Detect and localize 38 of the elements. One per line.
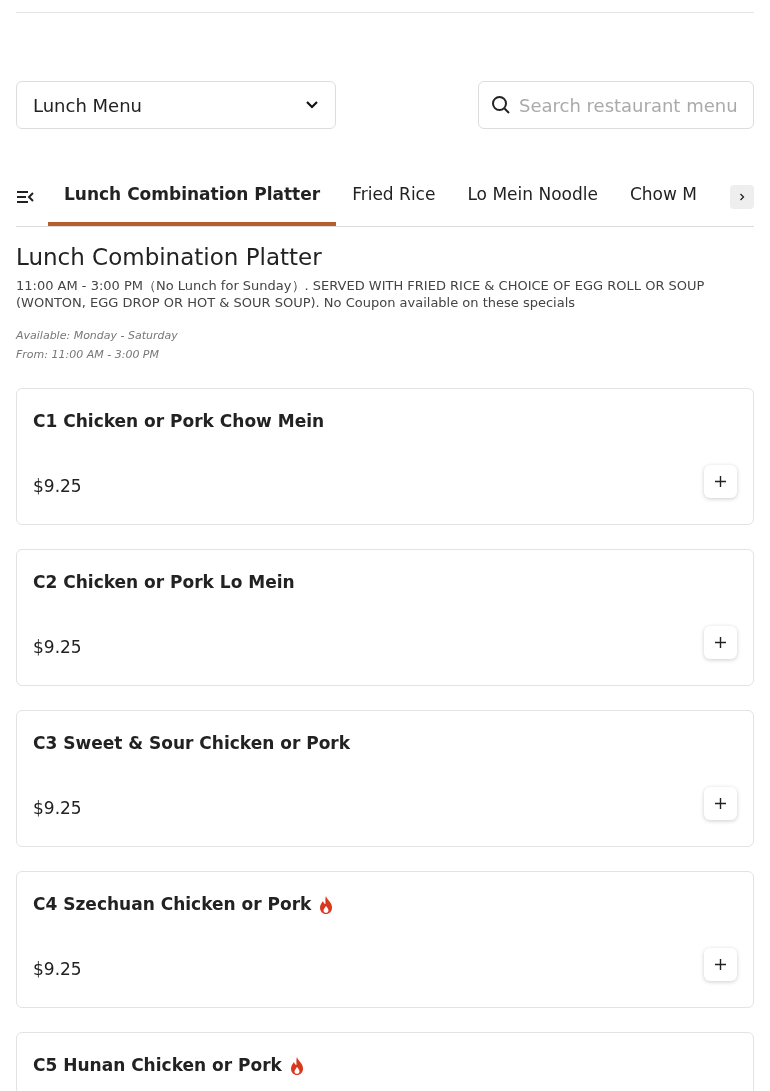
item-price: $9.25 — [33, 475, 82, 499]
search-field[interactable]: Search restaurant menu — [519, 91, 741, 119]
search-box[interactable]: Search restaurant menu — [478, 81, 754, 129]
hours-text: From: 11:00 AM - 3:00 PM — [16, 347, 160, 364]
category-tab[interactable]: Lunch Combination Platter — [48, 172, 337, 226]
item-name: C4 Szechuan Chicken or Pork — [33, 892, 312, 916]
menu-item-card[interactable]: C4 Szechuan Chicken or Pork $9.25 — [16, 870, 754, 1008]
availability-text: Available: Monday - Saturday — [16, 327, 179, 344]
item-name: C2 Chicken or Pork Lo Mein — [33, 570, 295, 594]
menu-item-card[interactable]: C5 Hunan Chicken or Pork — [16, 1031, 754, 1091]
plus-icon — [715, 958, 726, 970]
menu-dropdown[interactable]: Lunch Menu — [16, 81, 336, 129]
plus-icon — [715, 475, 726, 487]
chevron-right-icon — [739, 193, 745, 201]
item-price: $9.25 — [33, 636, 82, 660]
item-price: $9.25 — [33, 797, 82, 821]
category-tab[interactable]: Chow M — [613, 172, 698, 226]
menu-item-card[interactable]: C3 Sweet & Sour Chicken or Pork $9.25 — [16, 709, 754, 847]
chevron-down-icon — [305, 100, 319, 110]
item-name: C5 Hunan Chicken or Pork — [33, 1053, 282, 1077]
item-price: $9.25 — [33, 958, 82, 982]
add-button[interactable] — [704, 947, 737, 981]
menu-item-card[interactable]: C2 Chicken or Pork Lo Mein $9.25 — [16, 548, 754, 686]
menu-item-card[interactable]: C1 Chicken or Pork Chow Mein $9.25 — [16, 387, 754, 525]
add-button[interactable] — [704, 464, 737, 498]
section-title: Lunch Combination Platter — [16, 243, 323, 272]
add-button[interactable] — [704, 786, 737, 820]
add-button[interactable] — [704, 625, 737, 659]
item-name: C1 Chicken or Pork Chow Mein — [33, 409, 325, 433]
category-tab[interactable]: Fried Rice — [336, 172, 452, 226]
menu-list-icon[interactable] — [16, 190, 34, 204]
section-description: 11:00 AM - 3:00 PM（No Lunch for Sunday）. SERVED WITH FRIED RICE & CHOICE OF EGG ROLL OR SOUP (WONTON, EGG DROP OR HOT & SOUR SOUP). No Coupon available on these specials — [16, 276, 706, 311]
search-icon — [491, 95, 511, 115]
scroll-right-button[interactable] — [730, 185, 754, 209]
plus-icon — [715, 636, 726, 648]
item-name: C3 Sweet & Sour Chicken or Pork — [33, 731, 351, 755]
category-tab[interactable]: Lo Mein Noodle — [451, 172, 614, 226]
plus-icon — [715, 797, 726, 809]
